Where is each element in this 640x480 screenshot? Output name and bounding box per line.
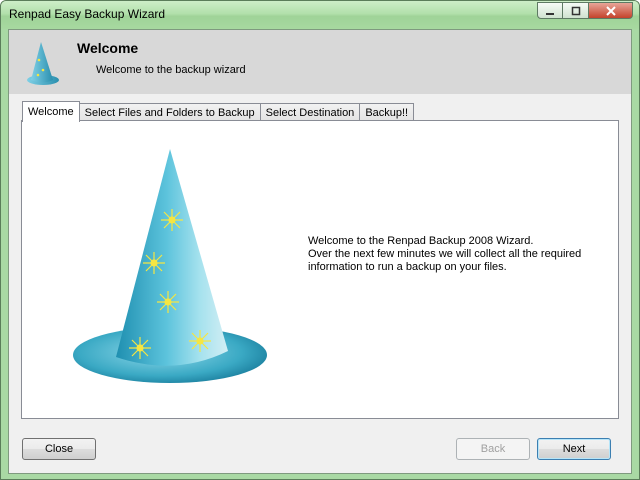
tab-select-files[interactable]: Select Files and Folders to Backup xyxy=(78,103,261,121)
welcome-line: information to run a backup on your file… xyxy=(308,261,507,273)
maximize-icon xyxy=(571,6,580,15)
minimize-button[interactable] xyxy=(537,2,563,19)
welcome-line: Welcome to the Renpad Backup 2008 Wizard… xyxy=(308,235,534,247)
window-controls xyxy=(537,2,633,19)
welcome-message: Welcome to the Renpad Backup 2008 Wizard… xyxy=(308,235,581,274)
wizard-body: Welcome Welcome to the backup wizard Wel… xyxy=(8,29,632,474)
tab-select-destination[interactable]: Select Destination xyxy=(259,103,361,121)
close-icon xyxy=(605,5,616,16)
next-button[interactable]: Next xyxy=(537,438,611,460)
maximize-button[interactable] xyxy=(563,2,589,19)
tab-welcome[interactable]: Welcome xyxy=(22,101,80,122)
wizard-hat-icon xyxy=(27,42,59,85)
header-title: Welcome xyxy=(77,40,139,56)
welcome-line: Over the next few minutes we will collec… xyxy=(308,248,582,260)
window-title: Renpad Easy Backup Wizard xyxy=(9,7,166,21)
close-window-button[interactable] xyxy=(589,2,633,19)
minimize-icon xyxy=(546,12,554,15)
title-bar[interactable]: Renpad Easy Backup Wizard xyxy=(1,1,639,29)
app-window: Renpad Easy Backup Wizard Welcome Welcom… xyxy=(0,0,640,480)
tab-panel-welcome: Welcome to the Renpad Backup 2008 Wizard… xyxy=(21,120,619,419)
tab-backup[interactable]: Backup!! xyxy=(359,103,415,121)
back-button[interactable]: Back xyxy=(456,438,530,460)
wizard-hat-illustration xyxy=(73,149,267,383)
wizard-header: Welcome Welcome to the backup wizard xyxy=(9,30,631,94)
close-button[interactable]: Close xyxy=(22,438,96,460)
tab-strip: Welcome Select Files and Folders to Back… xyxy=(22,101,415,122)
header-subtitle: Welcome to the backup wizard xyxy=(96,64,246,76)
